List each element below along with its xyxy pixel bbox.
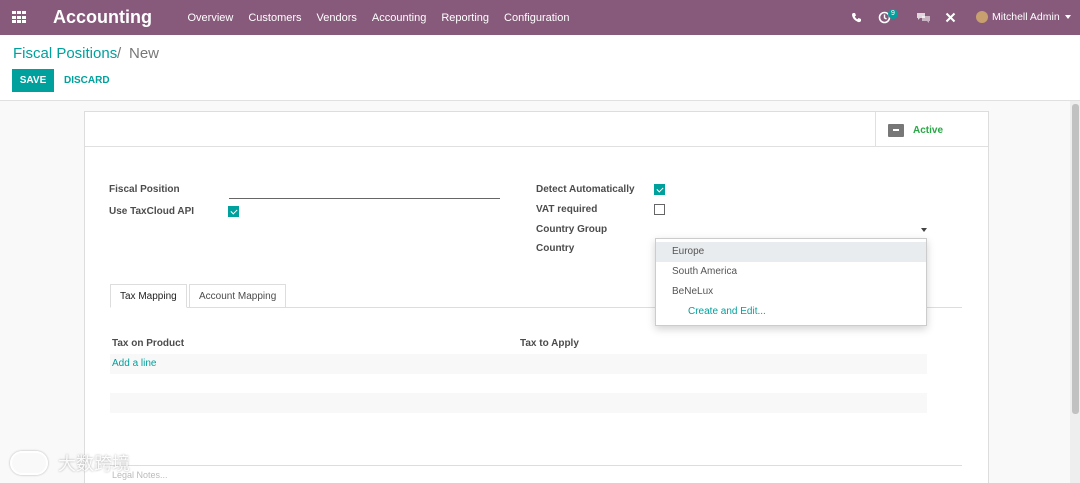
watermark-text: 大数跨境 — [58, 454, 130, 474]
breadcrumb-separator: / — [117, 45, 122, 62]
dropdown-create-and-edit[interactable]: Create and Edit... — [656, 302, 926, 322]
main-menu: Overview Customers Vendors Accounting Re… — [180, 0, 577, 35]
discard-button[interactable]: DISCARD — [64, 75, 110, 86]
column-tax-on-product: Tax on Product — [112, 338, 185, 349]
country-group-label: Country Group — [536, 224, 608, 235]
dropdown-option-europe[interactable]: Europe — [656, 242, 926, 262]
column-tax-to-apply: Tax to Apply — [520, 338, 579, 349]
menu-vendors[interactable]: Vendors — [317, 12, 357, 24]
fiscal-position-input[interactable] — [229, 183, 500, 199]
status-bar: Active — [85, 112, 988, 147]
control-panel: Fiscal Positions / New SAVE DISCARD — [0, 35, 1080, 101]
chevron-down-icon — [921, 228, 927, 232]
watermark: 大数跨境 — [10, 450, 130, 476]
phone-icon[interactable] — [851, 12, 862, 23]
use-taxcloud-label: Use TaxCloud API — [109, 206, 195, 217]
menu-overview[interactable]: Overview — [188, 12, 234, 24]
activity-count-badge: 9 — [888, 9, 898, 19]
menu-reporting[interactable]: Reporting — [441, 12, 489, 24]
tab-account-mapping[interactable]: Account Mapping — [189, 284, 287, 308]
breadcrumb-parent[interactable]: Fiscal Positions — [13, 45, 117, 62]
dropdown-option-benelux[interactable]: BeNeLux — [656, 282, 926, 302]
table-row — [110, 393, 927, 413]
menu-accounting[interactable]: Accounting — [372, 12, 426, 24]
breadcrumb-current: New — [129, 45, 160, 62]
menu-customers[interactable]: Customers — [248, 12, 301, 24]
use-taxcloud-checkbox[interactable] — [228, 206, 239, 217]
legal-notes-divider — [110, 465, 962, 466]
dropdown-option-south-america[interactable]: South America — [656, 262, 926, 282]
vat-required-label: VAT required — [536, 204, 598, 215]
watermark-logo-icon — [10, 451, 48, 475]
scrollbar-thumb[interactable] — [1072, 104, 1079, 414]
vat-required-checkbox[interactable] — [654, 204, 665, 215]
active-toggle-button[interactable]: Active — [875, 112, 988, 147]
apps-icon[interactable] — [12, 11, 26, 23]
chat-icon[interactable] — [916, 12, 931, 24]
top-navbar: Accounting Overview Customers Vendors Ac… — [0, 0, 1080, 35]
chevron-down-icon — [1064, 15, 1071, 19]
add-line-link[interactable]: Add a line — [112, 358, 156, 369]
country-label: Country — [536, 243, 575, 254]
detect-automatically-checkbox[interactable] — [654, 184, 665, 195]
country-group-select[interactable] — [655, 222, 927, 238]
user-name: Mitchell Admin — [992, 11, 1060, 23]
user-menu[interactable]: Mitchell Admin — [976, 11, 1071, 23]
tab-tax-mapping[interactable]: Tax Mapping — [110, 284, 187, 308]
country-group-dropdown: Europe South America BeNeLux Create and … — [655, 238, 927, 326]
active-label: Active — [913, 125, 944, 136]
close-icon[interactable] — [945, 12, 956, 23]
fiscal-position-label: Fiscal Position — [109, 184, 180, 195]
avatar — [976, 11, 988, 23]
detect-automatically-label: Detect Automatically — [536, 184, 635, 195]
save-button[interactable]: SAVE — [12, 69, 54, 92]
table-row — [110, 354, 927, 374]
archive-icon — [888, 124, 904, 137]
menu-configuration[interactable]: Configuration — [504, 12, 569, 24]
app-title[interactable]: Accounting — [53, 7, 152, 28]
